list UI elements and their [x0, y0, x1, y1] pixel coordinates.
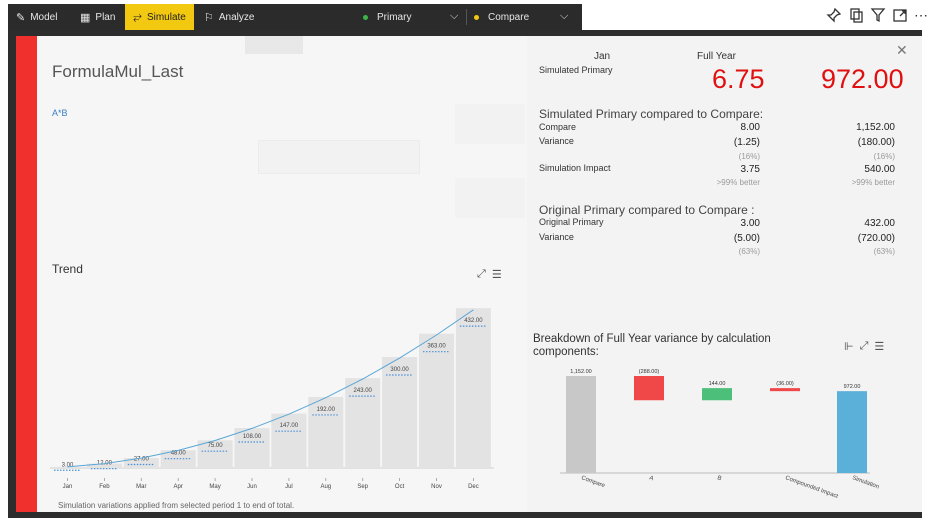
breakdown-bar — [634, 376, 664, 401]
breakdown-data-label: (36.00) — [776, 381, 794, 387]
x-tick-label: A — [648, 475, 654, 482]
x-tick-label: Compare — [580, 475, 606, 489]
breakdown-data-label: 1,152.00 — [570, 369, 591, 375]
breakdown-data-label: 144.00 — [709, 381, 726, 387]
breakdown-bar — [566, 376, 596, 473]
breakdown-chart: 1,152.00 Compare (288.00) A 144.00 B (36.00) Co… — [560, 369, 880, 500]
x-tick-label: Compounded Impact — [784, 475, 839, 500]
breakdown-bar — [702, 388, 732, 401]
breakdown-bar — [837, 391, 867, 473]
breakdown-bar — [770, 388, 800, 392]
breakdown-data-label: 972.00 — [844, 384, 861, 390]
x-tick-label: B — [716, 475, 722, 482]
x-tick-label: Simulation — [851, 475, 879, 490]
breakdown-data-label: (288.00) — [639, 369, 660, 375]
